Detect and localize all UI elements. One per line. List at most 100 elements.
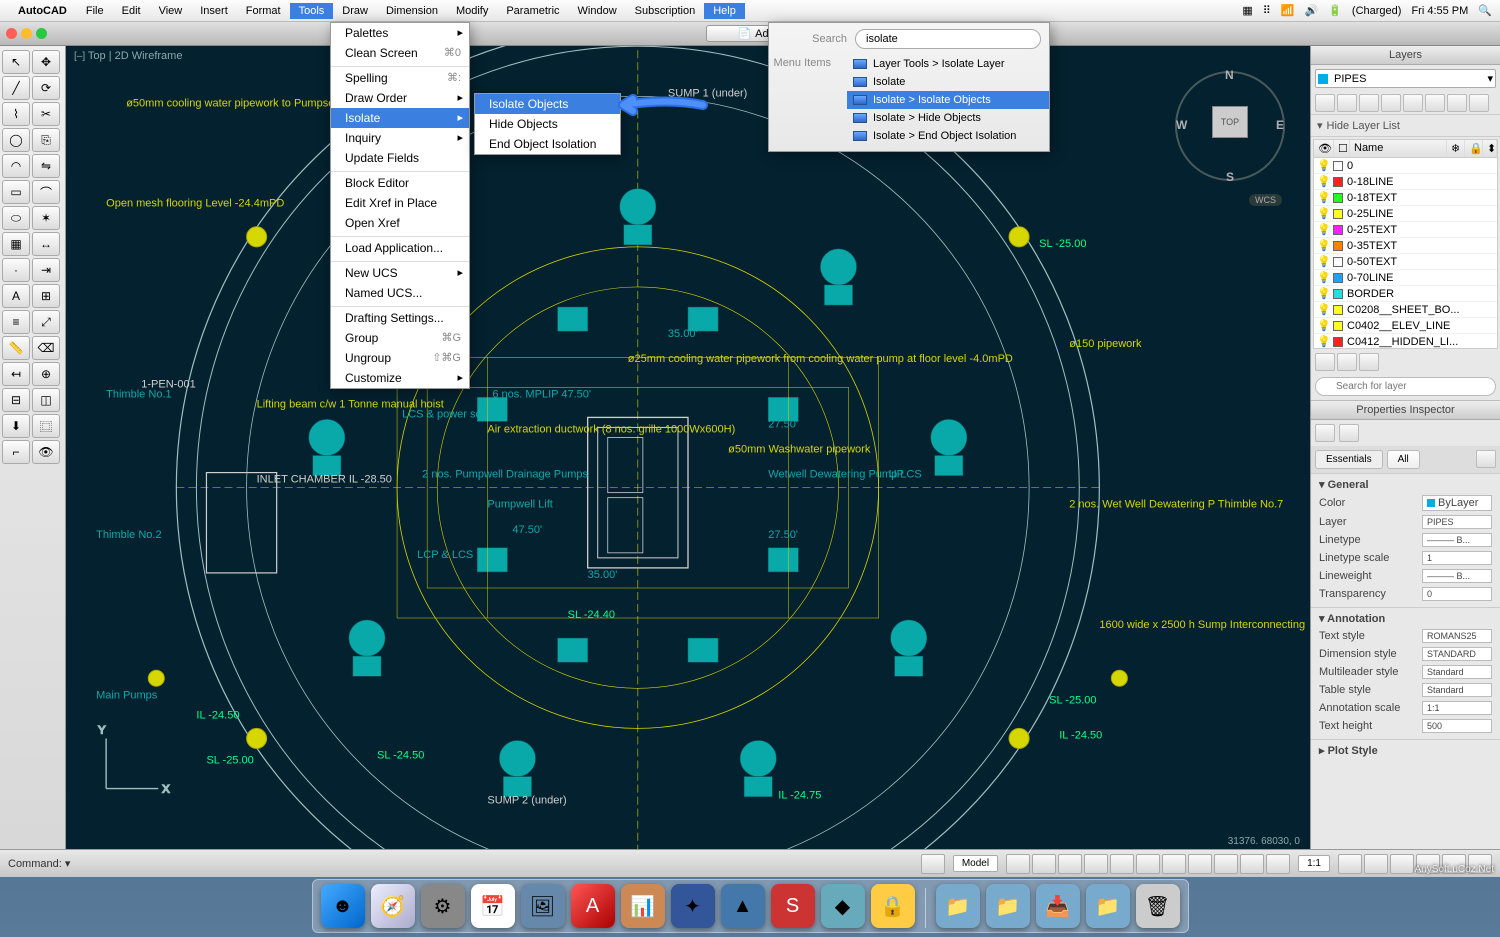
tool-array[interactable]: ⊞ [32, 284, 60, 308]
help-result-item[interactable]: Isolate [847, 73, 1049, 91]
viewcube-east[interactable]: E [1276, 118, 1284, 132]
menu-subscription[interactable]: Subscription [626, 3, 705, 19]
menu-item[interactable]: Palettes▸ [331, 23, 469, 43]
clock[interactable]: Fri 4:55 PM [1411, 5, 1468, 17]
dock-folder3[interactable]: 📁 [1086, 884, 1130, 928]
tool-arc[interactable]: ◠ [2, 154, 30, 178]
layer-row[interactable]: 💡0-70LINE [1314, 270, 1497, 286]
layer-lock-icon[interactable] [1381, 94, 1401, 112]
viewcube-south[interactable]: S [1226, 170, 1234, 184]
annomon-toggle[interactable] [1390, 854, 1414, 874]
wcs-tag[interactable]: WCS [1249, 194, 1282, 206]
dock-app1[interactable]: ✦ [671, 884, 715, 928]
menu-item[interactable]: Edit Xref in Place [331, 193, 469, 213]
props-quickselect-icon[interactable] [1339, 424, 1359, 442]
viewcube[interactable]: TOP N S E W [1170, 66, 1290, 186]
dock-autocad[interactable]: A [571, 884, 615, 928]
menu-item[interactable]: Draw Order▸ [331, 88, 469, 108]
tool-line[interactable]: ╱ [2, 76, 30, 100]
annotation-scale[interactable]: 1:1 [1298, 855, 1330, 872]
prop-linetype[interactable]: ——— B... [1422, 533, 1492, 547]
lwt-toggle[interactable] [1188, 854, 1212, 874]
tool-align[interactable]: ≡ [2, 310, 30, 334]
tab-all[interactable]: All [1387, 450, 1420, 469]
help-result-item[interactable]: Isolate > Isolate Objects [847, 91, 1049, 109]
hide-layer-list-toggle[interactable]: ▾Hide Layer List [1311, 115, 1500, 137]
menu-window[interactable]: Window [569, 3, 626, 19]
dock-sketchup[interactable]: S [771, 884, 815, 928]
tool-polyline[interactable]: ⌇ [2, 102, 30, 126]
modelspace-button[interactable]: Model [953, 855, 998, 872]
dock-ical[interactable]: 📅 [471, 884, 515, 928]
menu-item[interactable]: Customize▸ [331, 368, 469, 388]
tool-join[interactable]: ⊕ [32, 362, 60, 386]
dock-app3[interactable]: ◆ [821, 884, 865, 928]
otrack-toggle[interactable] [1136, 854, 1160, 874]
layer-row[interactable]: 💡C0402__ELEV_LINE [1314, 318, 1497, 334]
prop-tablestyle[interactable]: Standard [1422, 683, 1492, 697]
layer-search-input[interactable] [1315, 377, 1496, 396]
layer-freeze-icon[interactable] [1359, 94, 1379, 112]
menu-item[interactable]: Load Application... [331, 236, 469, 258]
tab-essentials[interactable]: Essentials [1315, 450, 1383, 469]
help-result-item[interactable]: Layer Tools > Isolate Layer [847, 55, 1049, 73]
dock-app2[interactable]: ▲ [721, 884, 765, 928]
tool-explode[interactable]: ✶ [32, 206, 60, 230]
viewport-label[interactable]: [–] Top | 2D Wireframe [74, 50, 182, 62]
menu-item[interactable]: Spelling⌘: [331, 66, 469, 88]
layer-row[interactable]: 💡0-25LINE [1314, 206, 1497, 222]
grid-toggle[interactable] [1006, 854, 1030, 874]
menu-item[interactable]: Group⌘G [331, 328, 469, 348]
battery-icon[interactable]: 🔋 [1328, 4, 1342, 17]
layer-row[interactable]: 💡0-18LINE [1314, 174, 1497, 190]
menu-view[interactable]: View [150, 3, 192, 19]
props-noselect-icon[interactable] [1315, 424, 1335, 442]
volume-icon[interactable]: 🔊 [1305, 4, 1319, 17]
tool-trim[interactable]: ✂ [32, 102, 60, 126]
help-result-item[interactable]: Isolate > End Object Isolation [847, 127, 1049, 145]
traffic-min-icon[interactable] [21, 28, 32, 39]
spotlight-icon[interactable]: 🔍 [1478, 4, 1492, 17]
prop-transparency[interactable]: 0 [1422, 587, 1492, 601]
layer-isolate-icon[interactable] [1425, 94, 1445, 112]
layer-row[interactable]: 💡0-18TEXT [1314, 190, 1497, 206]
menu-item[interactable]: Ungroup⇧⌘G [331, 348, 469, 368]
prop-layer[interactable]: PIPES [1422, 515, 1492, 529]
menu-item[interactable]: New UCS▸ [331, 261, 469, 283]
layer-row[interactable]: 💡0 [1314, 158, 1497, 174]
layer-row[interactable]: 💡BORDER [1314, 286, 1497, 302]
menuextra-icon[interactable]: ▦ [1242, 4, 1252, 17]
submenu-item[interactable]: Isolate Objects [475, 94, 620, 114]
dock-lock[interactable]: 🔒 [871, 884, 915, 928]
layer-new-icon[interactable] [1315, 94, 1335, 112]
menu-item[interactable]: Open Xref [331, 213, 469, 233]
tool-mirror[interactable]: ⇋ [32, 154, 60, 178]
prop-textheight[interactable]: 500 [1422, 719, 1492, 733]
tool-ellipse[interactable]: ⬭ [2, 206, 30, 230]
command-label[interactable]: Command: ▾ [8, 857, 70, 870]
menu-parametric[interactable]: Parametric [497, 3, 568, 19]
menu-file[interactable]: File [77, 3, 113, 19]
prop-ltscale[interactable]: 1 [1422, 551, 1492, 565]
menuextra-icon[interactable]: ⠿ [1263, 4, 1271, 17]
menu-dimension[interactable]: Dimension [377, 3, 447, 19]
sel-toggle[interactable] [1266, 854, 1290, 874]
prop-lineweight[interactable]: ——— B... [1422, 569, 1492, 583]
tool-rectangle[interactable]: ▭ [2, 180, 30, 204]
menu-edit[interactable]: Edit [113, 3, 150, 19]
menu-item[interactable]: Named UCS... [331, 283, 469, 303]
menu-modify[interactable]: Modify [447, 3, 497, 19]
tool-group[interactable]: ⿴ [32, 414, 60, 438]
qp-toggle[interactable] [1240, 854, 1264, 874]
layer-state-icon[interactable] [1315, 353, 1335, 371]
viewcube-north[interactable]: N [1225, 68, 1234, 82]
submenu-item[interactable]: End Object Isolation [475, 134, 620, 154]
tool-ucs[interactable]: ⌐ [2, 440, 30, 464]
transparency-toggle[interactable] [1214, 854, 1238, 874]
prop-annoscale[interactable]: 1:1 [1422, 701, 1492, 715]
tool-hatch[interactable]: ▦ [2, 232, 30, 256]
viewcube-face[interactable]: TOP [1212, 106, 1248, 138]
tool-measure[interactable]: 📏 [2, 336, 30, 360]
tool-insert[interactable]: ⬇ [2, 414, 30, 438]
tool-view[interactable]: 👁 [32, 440, 60, 464]
